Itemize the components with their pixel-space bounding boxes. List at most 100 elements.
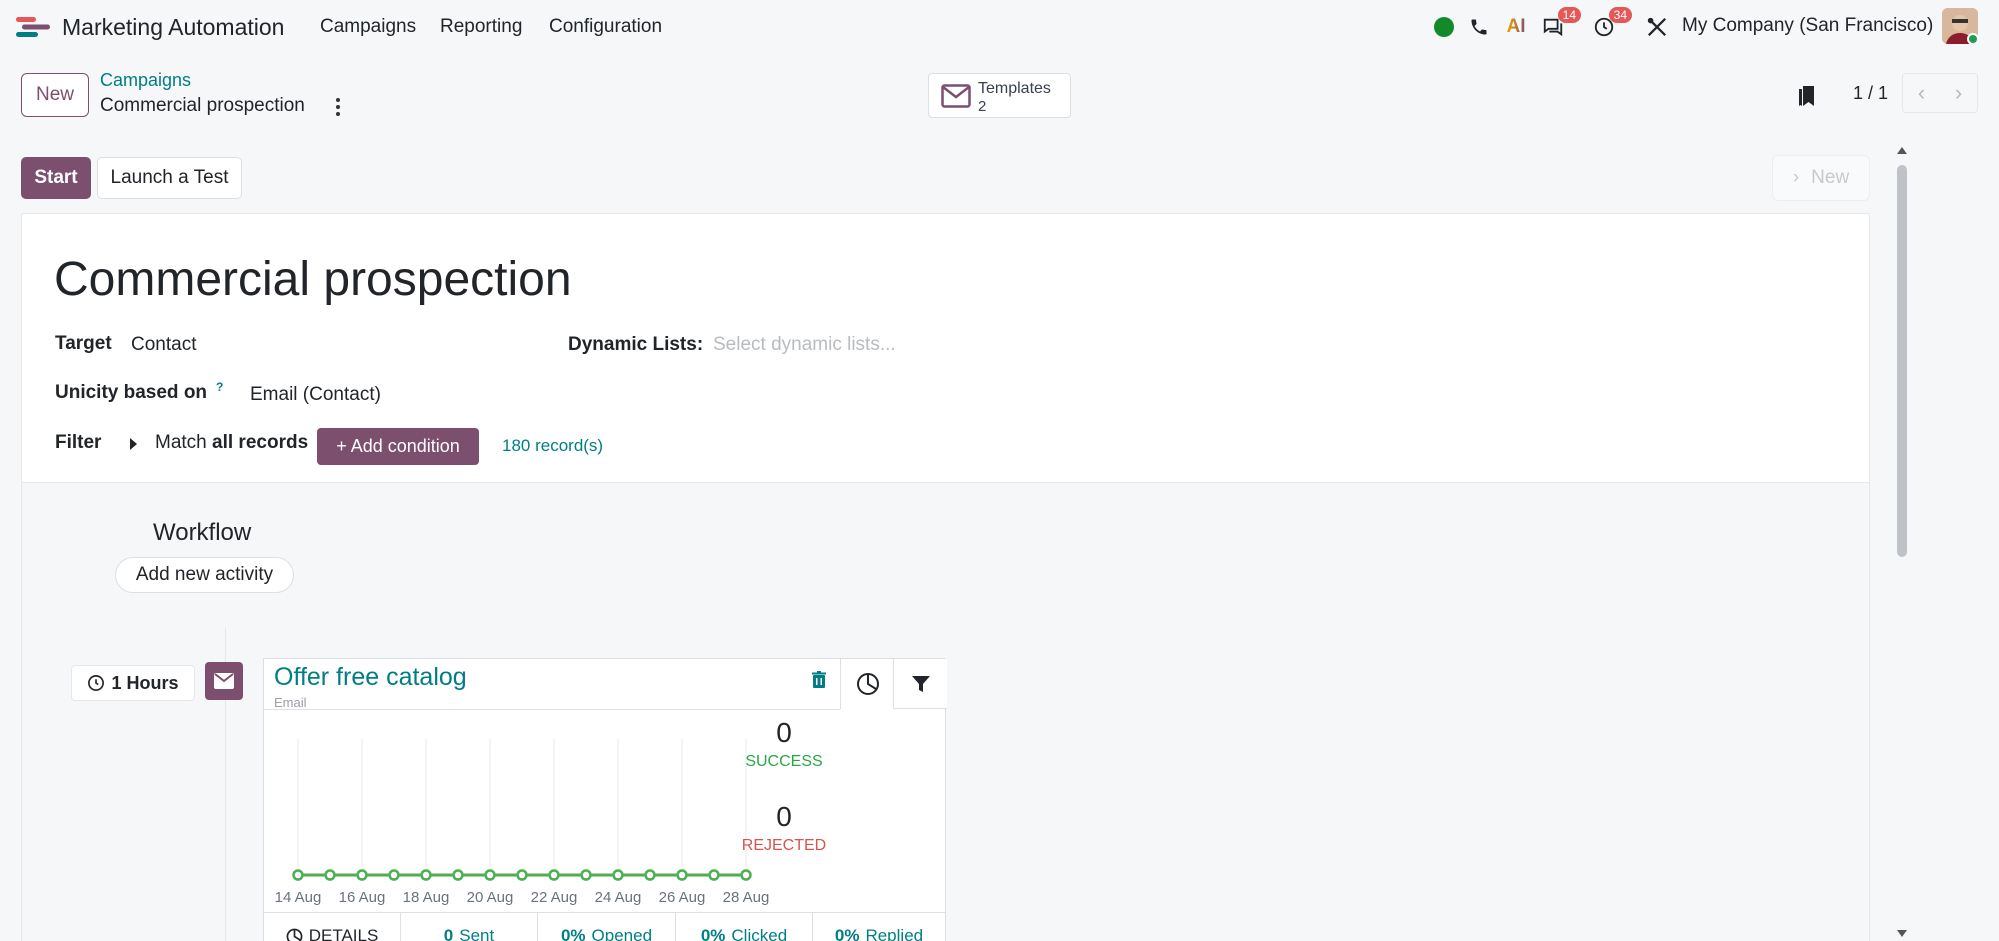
chart-tick-label: 20 Aug — [467, 889, 514, 906]
trash-icon[interactable] — [812, 671, 826, 688]
menu-campaigns[interactable]: Campaigns — [320, 16, 416, 38]
success-label[interactable]: SUCCESS — [729, 753, 839, 771]
templates-label: Templates — [978, 80, 1051, 97]
workflow-title: Workflow — [153, 519, 252, 546]
filter-label: Filter — [55, 432, 102, 453]
activity-card: Offer free catalog Email 14 Aug 16 Aug 18 … — [263, 658, 947, 941]
filter-tab-button[interactable] — [893, 659, 947, 709]
sent-label: Sent — [459, 926, 495, 941]
chart-point[interactable] — [292, 869, 304, 881]
graph-tab-button[interactable] — [840, 659, 894, 709]
chart-point[interactable] — [420, 869, 432, 881]
chat-icon[interactable]: 14 — [1539, 7, 1581, 41]
chart-point[interactable] — [388, 869, 400, 881]
app-logo-icon[interactable] — [16, 14, 52, 40]
chart-point[interactable] — [644, 869, 656, 881]
menu-configuration[interactable]: Configuration — [549, 16, 662, 38]
pager-previous-icon[interactable]: ‹ — [1903, 74, 1940, 112]
opened-stat[interactable]: 0% Opened — [538, 913, 676, 941]
top-navbar: Marketing Automation Campaigns Reporting… — [0, 0, 1999, 54]
start-button[interactable]: Start — [21, 157, 91, 199]
templates-smart-button[interactable]: Templates 2 — [928, 73, 1071, 118]
replied-value: 0% — [834, 926, 860, 941]
ai-icon[interactable]: AI — [1502, 13, 1530, 41]
email-type-icon — [205, 662, 243, 700]
unicity-label: Unicity based on — [55, 382, 208, 403]
pager-next-icon[interactable]: › — [1940, 74, 1977, 112]
breadcrumb-campaigns[interactable]: Campaigns — [100, 70, 191, 91]
campaign-title[interactable]: Commercial prospection — [54, 252, 572, 307]
scroll-down-icon[interactable] — [1897, 930, 1907, 937]
form-sheet: Commercial prospection Target Contact Dy… — [21, 213, 1870, 941]
menu-reporting[interactable]: Reporting — [440, 16, 522, 38]
add-activity-button[interactable]: Add new activity — [115, 557, 294, 593]
pie-small-icon — [286, 928, 303, 941]
chart-tick-label: 14 Aug — [275, 889, 322, 906]
workflow-section: Workflow Add new activity 1 Hours Offer … — [22, 482, 1869, 941]
activity-name[interactable]: Offer free catalog — [274, 663, 467, 692]
target-value[interactable]: Contact — [131, 334, 196, 356]
interval-badge[interactable]: 1 Hours — [71, 665, 195, 701]
sent-stat[interactable]: 0 Sent — [401, 913, 538, 941]
chart-point[interactable] — [356, 869, 368, 881]
clicked-stat[interactable]: 0% Clicked — [676, 913, 813, 941]
clicked-value: 0% — [700, 926, 726, 941]
chart-point[interactable] — [612, 869, 624, 881]
opened-value: 0% — [560, 926, 586, 941]
presence-dot — [1967, 33, 1978, 44]
filter-match: Match all records — [155, 432, 308, 454]
rejected-label[interactable]: REJECTED — [729, 837, 839, 855]
match-bold: all records — [212, 432, 309, 453]
records-count-link[interactable]: 180 record(s) — [502, 436, 603, 456]
chevron-right-icon: › — [1792, 167, 1800, 188]
activity-badge: 34 — [1608, 7, 1632, 23]
unicity-help-icon[interactable]: ? — [216, 380, 223, 394]
chart-point[interactable] — [452, 869, 464, 881]
chart-point[interactable] — [708, 869, 720, 881]
details-button[interactable]: DETAILS — [264, 913, 401, 941]
chart-tick-label: 24 Aug — [595, 889, 642, 906]
clock-small-icon — [88, 675, 105, 691]
scroll-thumb[interactable] — [1897, 165, 1907, 557]
tools-icon[interactable] — [1643, 13, 1671, 41]
breadcrumb-current: Commercial prospection — [100, 95, 305, 116]
chart-tick-label: 18 Aug — [403, 889, 450, 906]
chart-point[interactable] — [324, 869, 336, 881]
new-record-button[interactable]: New — [21, 73, 89, 117]
filter-icon — [911, 675, 930, 692]
phone-icon[interactable] — [1465, 13, 1493, 41]
add-condition-button[interactable]: + Add condition — [317, 428, 479, 465]
chart-point[interactable] — [580, 869, 592, 881]
launch-test-button[interactable]: Launch a Test — [97, 157, 242, 199]
chart-point[interactable] — [516, 869, 528, 881]
status-online-icon[interactable] — [1430, 13, 1458, 41]
templates-count: 2 — [978, 98, 987, 115]
ai-label: AI — [1506, 16, 1526, 37]
activity-chart: 14 Aug 16 Aug 18 Aug 20 Aug 22 Aug 24 Aug 26 A… — [275, 739, 770, 906]
scroll-up-icon[interactable] — [1897, 147, 1907, 154]
dynamic-lists-input[interactable]: Select dynamic lists... — [713, 334, 896, 356]
chart-point[interactable] — [484, 869, 496, 881]
replied-stat[interactable]: 0% Replied — [813, 913, 945, 941]
chart-point[interactable] — [548, 869, 560, 881]
company-switcher[interactable]: My Company (San Francisco) — [1682, 15, 1933, 37]
chart-point[interactable] — [676, 869, 688, 881]
new-activity-top-button[interactable]: › New — [1772, 155, 1870, 201]
match-prefix: Match — [155, 432, 207, 453]
caret-right-icon[interactable] — [130, 438, 137, 450]
pager-value[interactable]: 1 / 1 — [1853, 83, 1888, 104]
actions-menu-icon[interactable] — [333, 96, 343, 118]
app-name[interactable]: Marketing Automation — [62, 14, 284, 41]
chat-badge: 14 — [1557, 7, 1581, 23]
clock-icon[interactable]: 34 — [1590, 7, 1632, 41]
main-scrollbar[interactable] — [1895, 145, 1909, 941]
chart-tick-label: 28 Aug — [723, 889, 770, 906]
activity-footer: DETAILS 0 Sent 0% Opened 0% Clicked 0% Repli… — [264, 912, 945, 941]
new-activity-label: New — [1811, 167, 1850, 188]
pie-chart-icon — [856, 673, 879, 695]
user-avatar[interactable] — [1942, 8, 1978, 44]
bookmark-icon[interactable] — [1796, 84, 1818, 108]
unicity-value[interactable]: Email (Contact) — [250, 384, 381, 406]
chart-point[interactable] — [740, 869, 752, 881]
sent-value: 0 — [443, 926, 454, 941]
